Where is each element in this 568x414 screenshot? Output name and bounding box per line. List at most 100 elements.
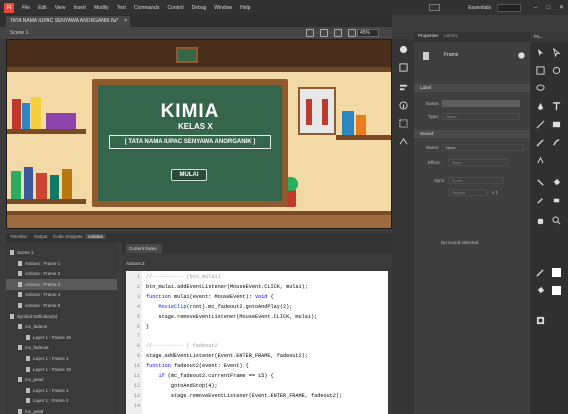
zoom-select[interactable]: 45% — [357, 29, 379, 37]
tab-actions[interactable]: Actions — [85, 234, 106, 239]
swatches-icon[interactable] — [399, 63, 408, 72]
layer-icon — [26, 334, 30, 340]
tree-item[interactable]: Scene 1 — [6, 247, 117, 258]
tree-item[interactable]: Actions : Frame 5 — [6, 300, 117, 311]
eraser-tool-icon[interactable] — [552, 196, 561, 205]
maximize-button[interactable]: □ — [542, 5, 555, 11]
movieclip-icon — [18, 324, 22, 330]
menu-control[interactable]: Control — [167, 5, 183, 11]
sound-sync-select[interactable]: Event — [448, 177, 504, 184]
label-section-header[interactable]: Label — [414, 84, 530, 92]
lasso-tool-icon[interactable] — [536, 84, 545, 93]
free-transform-icon[interactable] — [536, 66, 545, 75]
selection-tool-icon[interactable] — [536, 48, 545, 57]
pen-tool-icon[interactable] — [536, 102, 545, 111]
stroke-color-swatch[interactable] — [552, 268, 561, 277]
label-type-select[interactable]: Name — [442, 113, 520, 120]
menu-modify[interactable]: Modify — [94, 5, 109, 11]
close-icon[interactable]: × — [124, 16, 127, 27]
rectangle-tool-icon[interactable] — [552, 120, 561, 129]
tab-code-snippets[interactable]: Code Snippets — [53, 234, 83, 239]
tab-library[interactable]: Library — [444, 33, 458, 38]
fill-color-swatch[interactable] — [552, 286, 561, 295]
book-decoration — [31, 97, 41, 129]
clip-icon[interactable] — [348, 29, 356, 37]
document-tab[interactable]: TATA NAMA IUPAC SENYAWA ANORGANIK.fla* × — [6, 16, 130, 27]
tree-item[interactable]: Actions : Frame 1 — [6, 258, 117, 269]
3d-rotation-icon[interactable] — [552, 66, 561, 75]
tree-item[interactable]: Layer 1 : Frame 2 — [6, 395, 117, 406]
code-editor[interactable]: 1 //---------- (btn_mulai) 2 btn_mulai.addE… — [126, 271, 388, 414]
info-icon[interactable] — [399, 101, 408, 110]
start-button[interactable]: MULAI — [171, 169, 207, 181]
menu-window[interactable]: Window — [214, 5, 232, 11]
tree-item[interactable]: Layer 1 : Frame 1 — [6, 353, 117, 364]
help-icon[interactable] — [518, 52, 525, 59]
label-name-input[interactable] — [442, 100, 520, 107]
edit-scene-icon[interactable] — [306, 29, 314, 37]
tab-current-frame[interactable]: Current frame — [126, 244, 162, 253]
hand-tool-icon[interactable] — [536, 216, 545, 225]
menu-file[interactable]: File — [22, 5, 30, 11]
motion-presets-icon[interactable] — [399, 137, 408, 146]
paint-bucket-icon[interactable] — [552, 178, 561, 187]
sound-effect-select[interactable]: None — [448, 159, 508, 166]
screen-mode-icon[interactable] — [429, 4, 441, 11]
menu-view[interactable]: View — [55, 5, 66, 11]
tree-item[interactable]: Actions : Frame 3 — [6, 278, 117, 290]
tree-item[interactable]: Actions : Frame 4 — [6, 289, 117, 300]
code-text: btn_mulai.addEventListener(MouseEvent.CL… — [146, 283, 308, 292]
snap-to-objects-icon[interactable] — [536, 316, 545, 325]
menu-help[interactable]: Help — [240, 5, 250, 11]
workspace-switcher[interactable]: Essentials — [468, 5, 491, 11]
sound-repeat-select[interactable]: Repeat — [448, 189, 488, 196]
movieclip-icon — [18, 377, 22, 383]
menu-insert[interactable]: Insert — [73, 5, 86, 11]
sound-name-select[interactable]: None — [442, 144, 524, 151]
menu-commands[interactable]: Commands — [134, 5, 160, 11]
fill-color-icon[interactable] — [536, 286, 545, 295]
menu-debug[interactable]: Debug — [192, 5, 207, 11]
scene-breadcrumb[interactable]: Scene 1 — [10, 27, 28, 39]
subselection-tool-icon[interactable] — [552, 48, 561, 57]
sound-section-header[interactable]: Sound — [414, 130, 530, 138]
close-window-button[interactable]: ✕ — [555, 4, 568, 11]
tree-item[interactable]: Actions : Frame 2 — [6, 268, 117, 279]
zoom-tool-icon[interactable] — [552, 216, 561, 225]
menu-edit[interactable]: Edit — [38, 5, 47, 11]
transform-icon[interactable] — [399, 119, 408, 128]
line-number: 5 — [136, 313, 140, 320]
tree-item[interactable]: mc_pearl — [6, 374, 117, 385]
help-search-input[interactable] — [497, 3, 521, 12]
text-tool-icon[interactable] — [552, 102, 561, 111]
tree-item[interactable]: Layer 1 : Frame 15 — [6, 364, 117, 375]
tab-properties[interactable]: Properties — [418, 33, 439, 38]
line-number: 1 — [136, 274, 140, 280]
edit-symbol-icon[interactable] — [320, 29, 328, 37]
tree-item[interactable]: Symbol Definition(s) — [6, 311, 117, 322]
tree-item[interactable]: Layer 1 : Frame 1 — [6, 385, 117, 396]
eyedropper-icon[interactable] — [536, 196, 545, 205]
code-token: function — [146, 363, 171, 370]
stage-canvas[interactable]: KIMIA KELAS X [ TATA NAMA IUPAC SENYAWA … — [6, 39, 392, 229]
stroke-color-icon[interactable] — [536, 268, 545, 277]
tree-item[interactable]: mc_pelaf — [6, 406, 117, 414]
deco-tool-icon[interactable] — [536, 156, 545, 165]
center-stage-icon[interactable] — [334, 29, 342, 37]
tree-item[interactable]: Layer 1 : Frame 16 — [6, 332, 117, 343]
tools-panel: Pa... — [530, 32, 568, 414]
tree-item[interactable]: mc_fadeout — [6, 342, 117, 353]
color-icon[interactable] — [399, 45, 408, 54]
minimize-button[interactable]: – — [529, 5, 542, 11]
brush-tool-icon[interactable] — [552, 138, 561, 147]
align-icon[interactable] — [399, 83, 408, 92]
tab-output[interactable]: Output — [34, 234, 48, 239]
code-line: 12 gotoAndStop(4); — [126, 382, 388, 391]
bone-tool-icon[interactable] — [536, 178, 545, 187]
tree-item[interactable]: mc_fadeon — [6, 321, 117, 332]
line-tool-icon[interactable] — [536, 120, 545, 129]
tab-timeline[interactable]: Timeline — [10, 234, 27, 239]
pencil-tool-icon[interactable] — [536, 138, 545, 147]
sound-repeat-count[interactable]: x 1 — [492, 190, 498, 195]
menu-text[interactable]: Text — [117, 5, 126, 11]
